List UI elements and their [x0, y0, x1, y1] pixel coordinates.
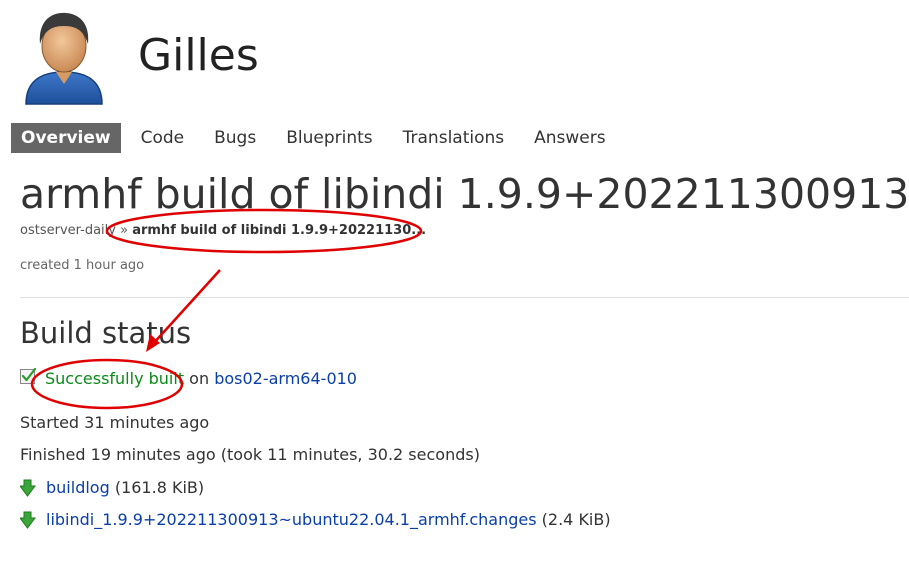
download-icon — [20, 511, 36, 529]
breadcrumb-separator: » — [115, 223, 133, 238]
breadcrumb-current: armhf build of libindi 1.9.9+20221130... — [132, 223, 427, 238]
tab-code[interactable]: Code — [131, 123, 195, 153]
breadcrumb-parent-link[interactable]: ostserver-daily — [20, 223, 116, 238]
builder-link[interactable]: bos02-arm64-010 — [214, 369, 357, 388]
build-finished: Finished 19 minutes ago (took 11 minutes… — [20, 445, 480, 464]
build-status-text: Successfully built — [45, 369, 185, 388]
tab-blueprints[interactable]: Blueprints — [276, 123, 382, 153]
avatar — [22, 10, 106, 106]
file-item-changes: libindi_1.9.9+202211300913~ubuntu22.04.1… — [20, 510, 611, 529]
build-on-text: on — [184, 369, 215, 388]
tab-bugs[interactable]: Bugs — [204, 123, 266, 153]
created-timestamp: created 1 hour ago — [20, 258, 145, 273]
buildlog-link[interactable]: buildlog — [46, 478, 110, 497]
divider — [20, 297, 909, 298]
download-icon — [20, 479, 36, 497]
buildlog-size: (161.8 KiB) — [109, 478, 205, 497]
page-title: armhf build of libindi 1.9.9+20221130091… — [20, 170, 909, 218]
file-item-buildlog: buildlog (161.8 KiB) — [20, 478, 204, 497]
tab-translations[interactable]: Translations — [393, 123, 515, 153]
changes-file-link[interactable]: libindi_1.9.9+202211300913~ubuntu22.04.1… — [46, 510, 537, 529]
build-status-row: Successfully built on bos02-arm64-010 — [20, 367, 357, 388]
tab-answers[interactable]: Answers — [524, 123, 615, 153]
nav-tabs: Overview Code Bugs Blueprints Translatio… — [11, 123, 616, 153]
build-started: Started 31 minutes ago — [20, 413, 210, 432]
tab-overview[interactable]: Overview — [11, 123, 121, 153]
profile-name: Gilles — [138, 30, 259, 81]
build-status-heading: Build status — [20, 316, 192, 350]
person-icon — [25, 12, 103, 105]
changes-file-size: (2.4 KiB) — [536, 510, 611, 529]
build-success-icon — [20, 367, 36, 384]
breadcrumb: ostserver-daily » armhf build of libindi… — [20, 223, 426, 238]
